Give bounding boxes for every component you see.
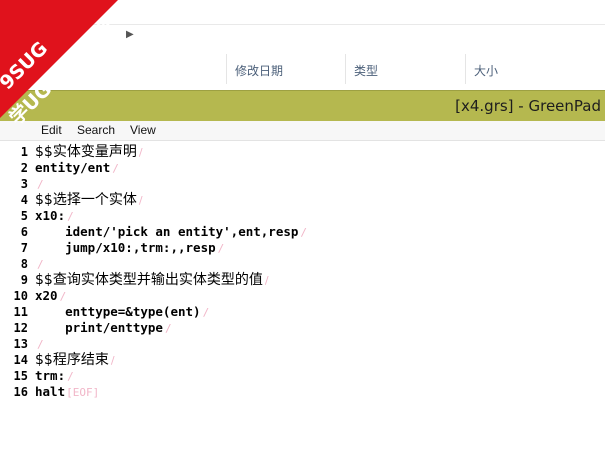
line-content: $$查询实体类型并输出实体类型的值 (35, 272, 263, 288)
line-number: 5 (20, 209, 28, 223)
eol-marker: / (67, 210, 74, 223)
eol-marker: / (300, 226, 308, 239)
editor-line[interactable]: 16 halt[EOF] (0, 384, 605, 400)
line-number: 2 (20, 161, 28, 175)
eol-marker: / (110, 354, 115, 367)
line-number: 10 (13, 289, 28, 303)
line-number: 11 (13, 305, 28, 319)
watermark-ribbon: 9SUG 学UG就上UG网 (0, 0, 160, 160)
line-content: x20 (35, 288, 58, 303)
eol-marker: / (217, 242, 225, 255)
line-number: 7 (20, 241, 28, 255)
line-text[interactable]: trm: / (35, 368, 74, 385)
line-text[interactable]: / (35, 336, 44, 353)
line-content: jump/x10:,trm:,,resp (35, 240, 216, 255)
eol-marker: / (202, 306, 210, 319)
editor-line[interactable]: 2 entity/ent / (0, 160, 605, 176)
line-text[interactable]: x10: / (35, 208, 74, 225)
line-number: 6 (20, 225, 28, 239)
editor-line[interactable]: 9 $$查询实体类型并输出实体类型的值 / (0, 272, 605, 288)
line-content: halt (35, 384, 66, 399)
column-header-size[interactable]: 大小 (474, 62, 498, 79)
line-text[interactable]: ident/'pick an entity',ent,resp / (35, 224, 307, 241)
editor-line[interactable]: 3/ (0, 176, 605, 192)
line-text[interactable]: x20/ (35, 288, 66, 305)
line-content: $$程序结束 (35, 352, 109, 368)
line-text[interactable]: halt[EOF] (35, 384, 99, 401)
line-text[interactable]: $$选择一个实体 / (35, 192, 143, 209)
editor-line[interactable]: 13 / (0, 336, 605, 352)
column-separator[interactable] (345, 54, 346, 84)
eol-marker: / (264, 274, 269, 287)
editor-line[interactable]: 6 ident/'pick an entity',ent,resp / (0, 224, 605, 240)
eol-marker: / (112, 162, 119, 175)
line-text[interactable]: $$程序结束 / (35, 352, 115, 369)
text-editor[interactable]: 1 $$实体变量声明/2 entity/ent/3/4 $$选择一个实体/5 x10: /… (0, 141, 605, 472)
line-number: 13 (13, 337, 28, 351)
line-number: 14 (13, 353, 28, 367)
editor-line[interactable]: 15 trm: / (0, 368, 605, 384)
eol-marker: / (37, 258, 44, 271)
editor-line[interactable]: 11 enttype=&type(ent) / (0, 304, 605, 320)
line-number: 15 (13, 369, 28, 383)
editor-line[interactable]: 5 x10: / (0, 208, 605, 224)
window-title: [x4.grs] - GreenPad (455, 97, 601, 115)
line-number: 8 (20, 257, 28, 271)
line-text[interactable]: entity/ent / (35, 160, 119, 177)
line-content: enttype=&type(ent) (35, 304, 201, 319)
line-text[interactable]: $$查询实体类型并输出实体类型的值 / (35, 272, 269, 289)
line-content: $$选择一个实体 (35, 192, 137, 208)
line-number: 16 (13, 385, 28, 399)
line-content: trm: (35, 368, 66, 383)
line-number: 4 (20, 193, 28, 207)
line-number: 3 (20, 177, 28, 191)
line-text[interactable]: / (35, 256, 44, 273)
line-text[interactable]: jump/x10:,trm:,,resp / (35, 240, 224, 257)
line-text[interactable]: / (35, 176, 44, 193)
line-text[interactable]: print/enttype / (35, 320, 172, 337)
column-header-date-modified[interactable]: 修改日期 (235, 62, 283, 79)
editor-line[interactable]: 12 print/enttype / (0, 320, 605, 336)
eol-marker: / (164, 322, 172, 335)
eol-marker: / (37, 178, 44, 191)
line-number: 12 (13, 321, 28, 335)
editor-line[interactable]: 10 x20/ (0, 288, 605, 304)
column-header-type[interactable]: 类型 (354, 62, 378, 79)
column-separator[interactable] (465, 54, 466, 84)
line-content: entity/ent (35, 160, 111, 175)
editor-line[interactable]: 8/ (0, 256, 605, 272)
line-number: 9 (20, 273, 28, 287)
column-separator[interactable] (226, 54, 227, 84)
eol-marker: / (37, 338, 44, 351)
editor-line[interactable]: 4 $$选择一个实体 / (0, 192, 605, 208)
editor-line[interactable]: 7 jump/x10:,trm:,,resp / (0, 240, 605, 256)
eol-marker: / (67, 370, 74, 383)
eol-marker: / (138, 194, 143, 207)
editor-line[interactable]: 14 $$程序结束 / (0, 352, 605, 368)
eol-marker: / (59, 290, 67, 303)
line-text[interactable]: enttype=&type(ent) / (35, 304, 209, 321)
line-content: print/enttype (35, 320, 163, 335)
line-content: x10: (35, 208, 66, 223)
line-content: ident/'pick an entity',ent,resp (35, 224, 299, 239)
eof-marker: [EOF] (66, 386, 100, 399)
